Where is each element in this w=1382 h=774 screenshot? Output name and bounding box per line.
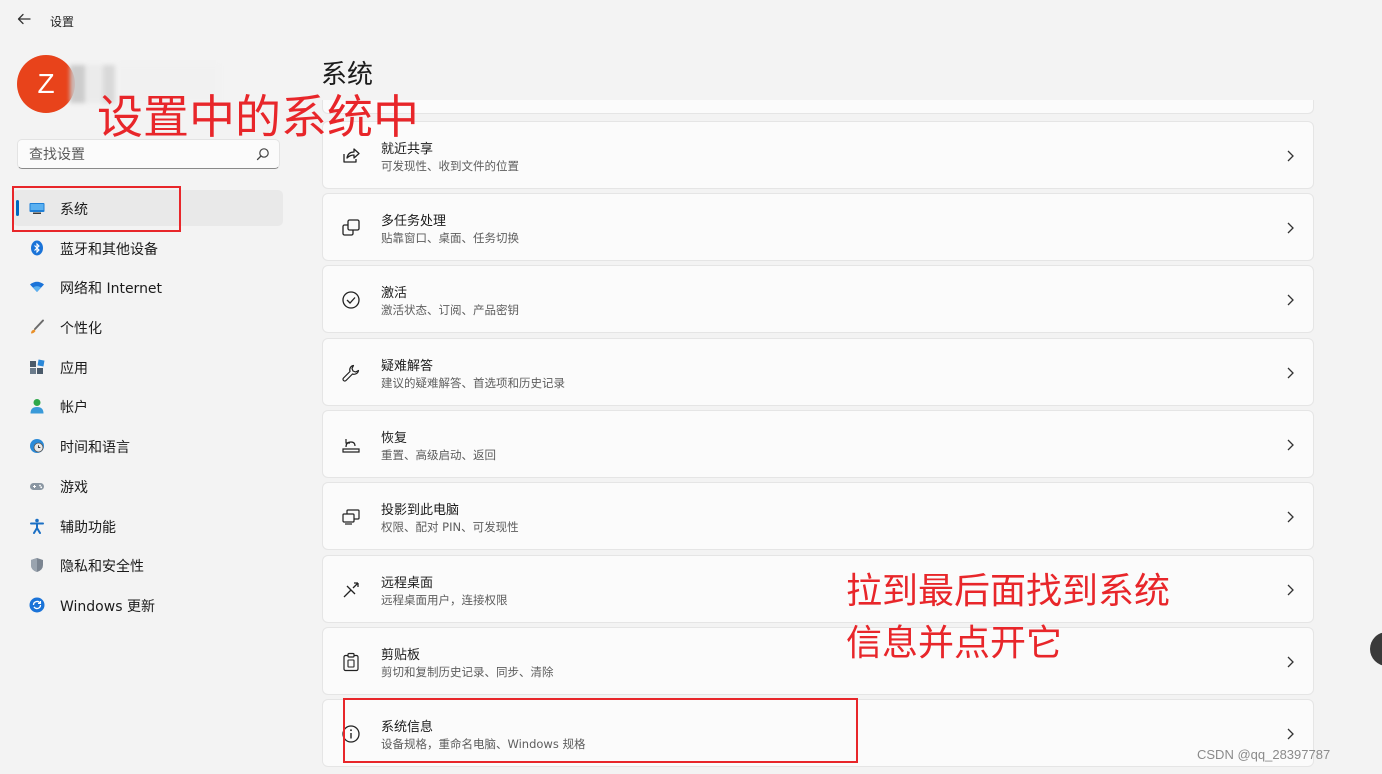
projection-icon [342, 509, 360, 525]
recovery-icon [342, 439, 360, 453]
sidebar-item-label: 蓝牙和其他设备 [60, 241, 158, 258]
avatar[interactable]: Z [17, 55, 75, 113]
back-arrow-icon[interactable] [14, 11, 34, 31]
multitask-icon [342, 219, 360, 236]
shield-icon [31, 558, 43, 573]
setting-subtitle: 权限、配对 PIN、可发现性 [381, 520, 519, 534]
annotation-highlight-about [343, 698, 858, 763]
setting-subtitle: 激活状态、订阅、产品密钥 [381, 303, 519, 317]
annotation-text-top: 设置中的系统中 [97, 90, 419, 144]
chevron-right-icon [1287, 656, 1294, 668]
sidebar-item-label: 隐私和安全性 [60, 559, 144, 576]
search-input[interactable] [27, 146, 251, 164]
setting-troubleshoot[interactable]: 疑难解答 建议的疑难解答、首选项和历史记录 [322, 338, 1314, 406]
annotation-highlight-system [12, 186, 181, 232]
accessibility-icon [30, 518, 44, 534]
remote-desktop-icon [343, 582, 359, 598]
annotation-line-1: 拉到最后面找到系统 [846, 571, 1171, 612]
apps-icon [30, 359, 45, 374]
sidebar-item-gaming[interactable]: 游戏 [13, 468, 283, 504]
sidebar-item-label: 个性化 [60, 321, 102, 338]
card-peek [322, 100, 1314, 114]
wrench-icon [342, 364, 360, 382]
update-icon [29, 597, 45, 613]
gamepad-icon [30, 482, 44, 490]
setting-title: 疑难解答 [381, 359, 434, 374]
title-bar: 设置 [0, 0, 1382, 42]
globe-clock-icon [30, 439, 44, 454]
chevron-right-icon [1287, 367, 1294, 379]
sidebar-nav: 系统 蓝牙和其他设备 网络和 Internet 个性化 应用 帐户 时间和语言 … [13, 190, 283, 627]
setting-title: 剪贴板 [381, 648, 421, 663]
setting-subtitle: 剪切和复制历史记录、同步、清除 [381, 665, 554, 679]
person-icon [30, 399, 44, 414]
sidebar-item-time-language[interactable]: 时间和语言 [13, 428, 283, 464]
sidebar-item-apps[interactable]: 应用 [13, 349, 283, 385]
setting-subtitle: 建议的疑难解答、首选项和历史记录 [381, 376, 565, 390]
sidebar-item-label: 帐户 [60, 400, 88, 417]
sidebar-item-windows-update[interactable]: Windows 更新 [13, 587, 283, 623]
chevron-right-icon [1287, 150, 1294, 162]
chevron-right-icon [1287, 728, 1294, 740]
chevron-right-icon [1287, 511, 1294, 523]
wifi-icon [30, 282, 44, 293]
watermark: CSDN @qq_28397787 [1197, 747, 1331, 762]
annotation-line-2: 信息并点开它 [846, 623, 1063, 664]
setting-title: 远程桌面 [381, 576, 434, 591]
setting-subtitle: 贴靠窗口、桌面、任务切换 [381, 231, 519, 245]
setting-projecting[interactable]: 投影到此电脑 权限、配对 PIN、可发现性 [322, 482, 1314, 550]
share-icon [343, 148, 360, 163]
setting-title: 多任务处理 [381, 214, 447, 229]
sidebar-item-label: 辅助功能 [60, 519, 116, 536]
chevron-right-icon [1287, 439, 1294, 451]
brush-icon [31, 319, 44, 334]
clipboard-icon [343, 652, 359, 672]
sidebar-item-network[interactable]: 网络和 Internet [13, 269, 283, 305]
sidebar-item-label: 游戏 [60, 479, 88, 496]
setting-subtitle: 重置、高级启动、返回 [381, 448, 496, 462]
setting-title: 恢复 [381, 431, 408, 446]
setting-recovery[interactable]: 恢复 重置、高级启动、返回 [322, 410, 1314, 478]
floating-edge-button[interactable] [1370, 632, 1382, 666]
sidebar-item-label: 应用 [60, 360, 88, 377]
sidebar-item-label: Windows 更新 [60, 598, 155, 615]
search-icon[interactable] [256, 147, 270, 161]
window-title: 设置 [50, 15, 75, 29]
sidebar-item-bluetooth[interactable]: 蓝牙和其他设备 [13, 230, 283, 266]
annotation-text-right: 拉到最后面找到系统 信息并点开它 [846, 566, 1170, 670]
setting-subtitle: 可发现性、收到文件的位置 [381, 159, 519, 173]
setting-nearby-sharing[interactable]: 就近共享 可发现性、收到文件的位置 [322, 121, 1314, 189]
bluetooth-icon [31, 240, 43, 256]
check-circle-icon [342, 291, 360, 309]
sidebar-item-personalization[interactable]: 个性化 [13, 309, 283, 345]
setting-title: 激活 [381, 286, 408, 301]
sidebar-item-privacy[interactable]: 隐私和安全性 [13, 547, 283, 583]
sidebar-item-label: 时间和语言 [60, 440, 130, 457]
setting-title: 投影到此电脑 [381, 503, 460, 518]
page-title: 系统 [321, 60, 374, 90]
chevron-right-icon [1287, 222, 1294, 234]
sidebar-item-accounts[interactable]: 帐户 [13, 388, 283, 424]
setting-multitasking[interactable]: 多任务处理 贴靠窗口、桌面、任务切换 [322, 193, 1314, 261]
sidebar-item-accessibility[interactable]: 辅助功能 [13, 508, 283, 544]
sidebar-item-label: 网络和 Internet [60, 281, 163, 298]
setting-activation[interactable]: 激活 激活状态、订阅、产品密钥 [322, 265, 1314, 333]
setting-subtitle: 远程桌面用户，连接权限 [381, 593, 508, 607]
chevron-right-icon [1287, 294, 1294, 306]
chevron-right-icon [1287, 584, 1294, 596]
